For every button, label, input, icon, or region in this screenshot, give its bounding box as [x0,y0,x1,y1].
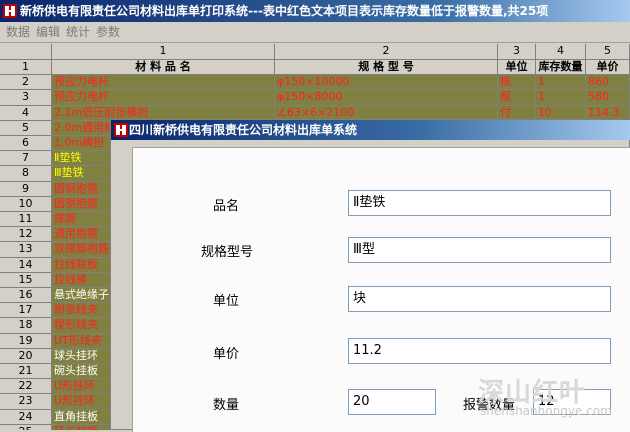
table-cell-spec[interactable]: φ150×10000 [275,75,498,91]
quantity-label: 数量 [213,398,240,413]
column-header-name[interactable]: 材 料 品 名 [52,60,275,76]
table-cell-unit[interactable]: 根 [498,75,536,91]
table-cell-unit[interactable]: 根 [498,90,536,106]
table-cell-name[interactable]: 预应力电杆 [52,90,275,106]
unit-label: 单位 [213,294,240,309]
row-number[interactable]: 11 [0,212,52,228]
menu-bar: 数据 编辑 统计 参数 [0,22,630,43]
row-number[interactable]: 2 [0,75,52,91]
table-cell-price[interactable]: 580 [586,90,630,106]
column-header-spec[interactable]: 规 格 型 号 [275,60,498,76]
column-header-qty[interactable]: 库存数量 [536,60,586,76]
window-title: 新桥供电有限责任公司材料出库单打印系统---表中红色文本项目表示库存数量低于报警… [20,4,549,18]
row-number[interactable]: 9 [0,181,52,197]
row-number[interactable]: 25 [0,424,52,430]
table-cell-spec[interactable]: φ150×8000 [275,90,498,106]
column-header-price[interactable]: 单价 [586,60,630,76]
row-number[interactable]: 13 [0,242,52,258]
quantity-input[interactable]: 20 [348,389,436,415]
row-number[interactable]: 19 [0,333,52,349]
row-number[interactable]: 17 [0,303,52,319]
col-number-3[interactable]: 3 [498,44,536,60]
app-icon [3,4,17,18]
price-input[interactable]: 11.2 [348,338,611,364]
row-number[interactable]: 7 [0,151,52,167]
unit-input[interactable]: 块 [348,286,611,312]
menu-parameters[interactable]: 参数 [96,24,120,40]
menu-data[interactable]: 数据 [6,24,30,40]
dialog-app-icon [114,123,128,137]
main-title-bar[interactable]: 新桥供电有限责任公司材料出库单打印系统---表中红色文本项目表示库存数量低于报警… [0,0,630,22]
table-cell-name[interactable]: 预应力电杆 [52,75,275,91]
name-input[interactable]: Ⅱ垫铁 [348,190,611,216]
table-cell-price[interactable]: 860 [586,75,630,91]
row-number[interactable]: 6 [0,136,52,152]
col-number-4[interactable]: 4 [536,44,586,60]
row-number[interactable]: 5 [0,120,52,136]
table-cell-qty[interactable]: 1 [536,90,586,106]
row-number[interactable]: 20 [0,348,52,364]
row-number[interactable]: 10 [0,196,52,212]
row-number[interactable]: 22 [0,379,52,395]
row-number[interactable]: 15 [0,272,52,288]
row-number[interactable]: 14 [0,257,52,273]
col-number-5[interactable]: 5 [586,44,630,60]
dialog-title: 四川新桥供电有限责任公司材料出库单系统 [129,123,358,137]
menu-statistics[interactable]: 统计 [66,24,90,40]
row-number[interactable]: 16 [0,288,52,304]
row-number[interactable]: 18 [0,318,52,334]
price-label: 单价 [213,347,240,362]
row-number[interactable]: 8 [0,166,52,182]
row-number[interactable]: 3 [0,90,52,106]
row-number[interactable]: 4 [0,105,52,121]
menu-edit[interactable]: 编辑 [36,24,60,40]
col-number-1[interactable]: 1 [52,44,275,60]
watermark-url: shenshanhongye.com [480,404,612,418]
row-number[interactable]: 24 [0,409,52,425]
grid-corner[interactable] [0,44,52,60]
spec-input[interactable]: Ⅲ型 [348,237,611,263]
dialog-title-bar[interactable]: 四川新桥供电有限责任公司材料出库单系统 [111,120,630,140]
spec-label: 规格型号 [201,245,254,260]
col-number-2[interactable]: 2 [275,44,498,60]
row-number[interactable]: 1 [0,60,52,76]
row-number[interactable]: 23 [0,394,52,410]
row-number[interactable]: 12 [0,227,52,243]
column-header-unit[interactable]: 单位 [498,60,536,76]
row-number[interactable]: 21 [0,364,52,380]
name-label: 品名 [213,199,240,214]
table-cell-qty[interactable]: 1 [536,75,586,91]
